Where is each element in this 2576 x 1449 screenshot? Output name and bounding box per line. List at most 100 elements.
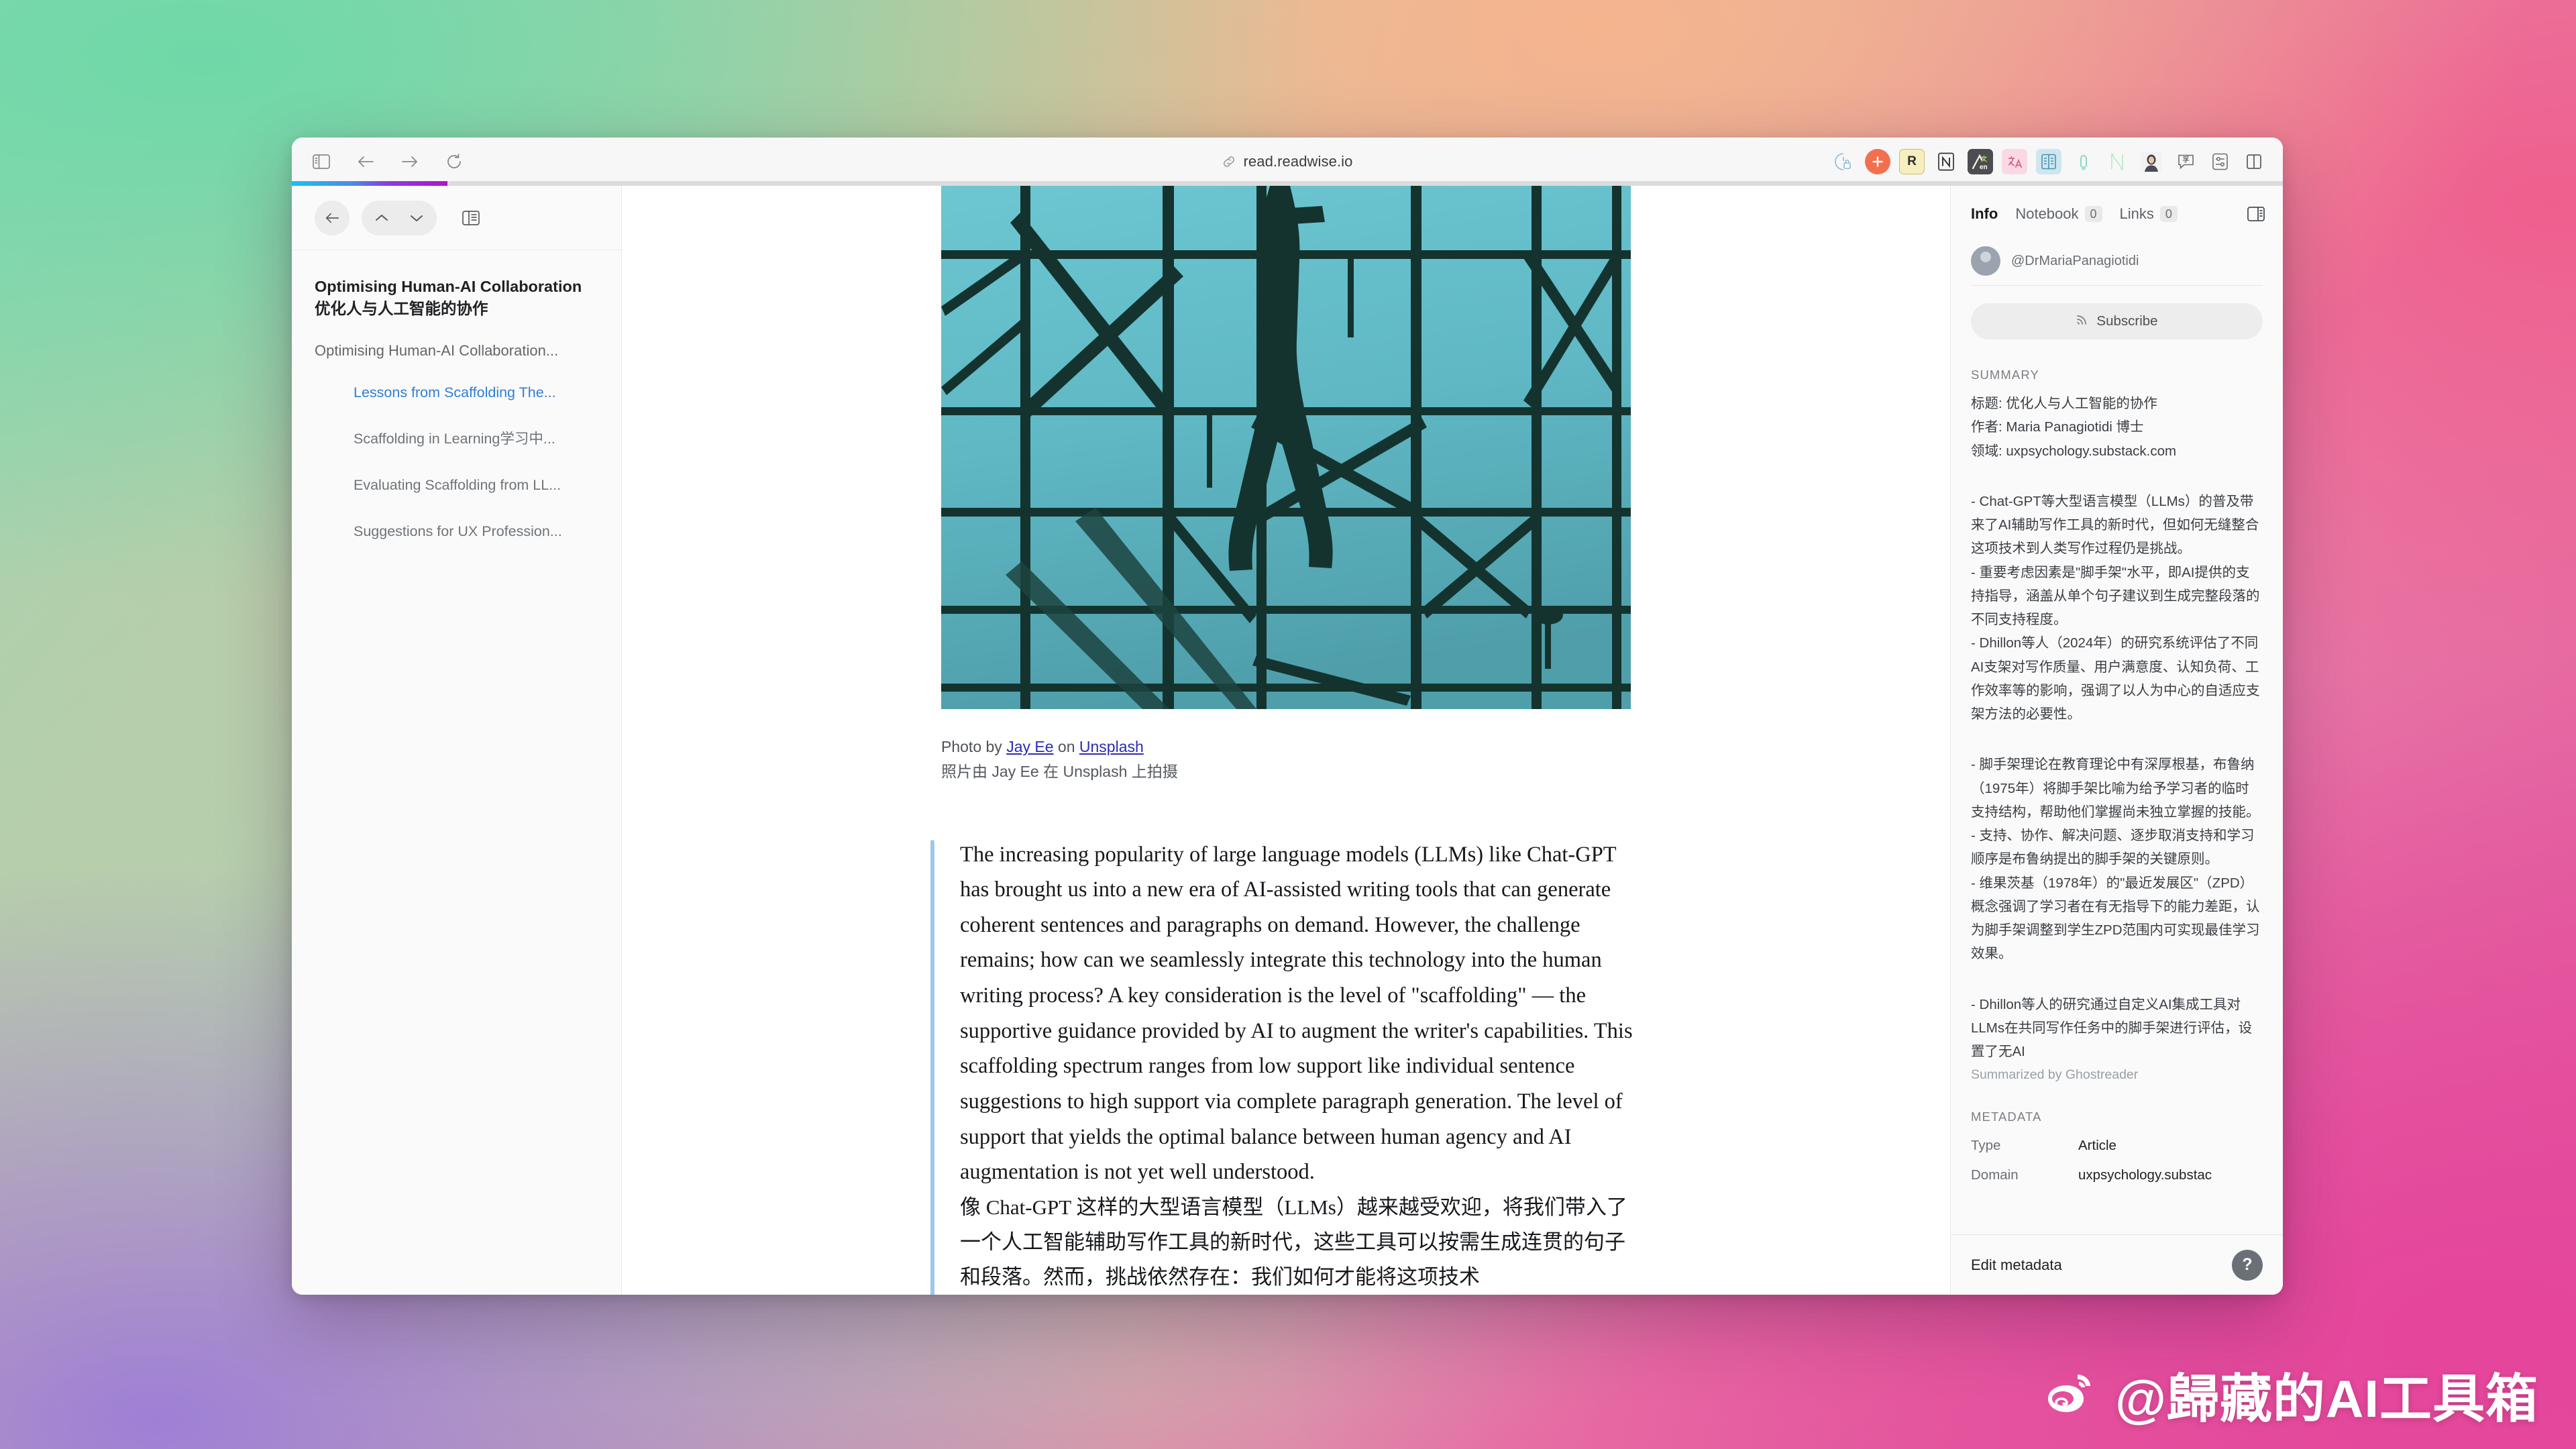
- reload-icon[interactable]: [441, 148, 468, 175]
- tab-notebook[interactable]: Notebook 0: [2015, 205, 2102, 223]
- summary-bullet: - Dhillon等人（2024年）的研究系统评估了不同AI支架对写作质量、用户…: [1971, 635, 2260, 722]
- summary-bullets-group-3: - Dhillon等人的研究通过自定义AI集成工具对LLMs在共同写作任务中的脚…: [1971, 993, 2263, 1064]
- summary-spacer: [1971, 726, 2263, 743]
- settings-sliders-icon[interactable]: [2207, 149, 2233, 174]
- author-row: @DrMariaPanagiotidi: [1971, 242, 2263, 286]
- photo-credit-cn: 照片由 Jay Ee 在 Unsplash 上拍摄: [941, 763, 1178, 781]
- summary-bullet: - Chat-GPT等大型语言模型（LLMs）的普及带来了AI辅助写作工具的新时…: [1971, 493, 2259, 557]
- summary-section-label: SUMMARY: [1971, 368, 2039, 382]
- summary-author-line: 作者: Maria Panagiotidi 博士: [1971, 419, 2144, 435]
- metadata-section-label: METADATA: [1971, 1110, 2042, 1124]
- photo-author-link[interactable]: Jay Ee: [1006, 738, 1053, 755]
- svg-text:孚: 孚: [2182, 156, 2189, 164]
- metadata-value: uxpsychology.substac: [2078, 1167, 2212, 1183]
- summary-bullet: - 重要考虑因素是"脚手架"水平，即AI提供的支持指导，涵盖从单个句子建议到生成…: [1971, 564, 2260, 628]
- article-hero-image: [941, 186, 1631, 709]
- summary-bullet: - 维果茨基（1978年）的"最近发展区"（ZPD）概念强调了学习者在有无指导下…: [1971, 875, 2260, 962]
- document-title: Optimising Human-AI Collaboration 优化人与人工…: [315, 276, 601, 321]
- split-view-icon[interactable]: [2241, 149, 2267, 174]
- photo-credit: Photo by Jay Ee on Unsplash 照片由 Jay Ee 在…: [941, 735, 1631, 785]
- summarized-by-label: Summarized by Ghostreader: [1971, 1067, 2139, 1083]
- tab-links[interactable]: Links 0: [2120, 205, 2178, 223]
- info-panel-footer: Edit metadata ?: [1951, 1234, 2283, 1295]
- sidebar-toggle-icon[interactable]: [308, 148, 335, 175]
- tab-links-label: Links: [2119, 205, 2154, 222]
- summary-bullet: - 脚手架理论在教育理论中有深厚根基，布鲁纳（1975年）将脚手架比喻为给予学习…: [1971, 757, 2260, 820]
- tab-lock-icon[interactable]: [1831, 149, 1856, 174]
- author-handle: @DrMariaPanagiotidi: [2011, 253, 2139, 268]
- svg-text:en: en: [1980, 164, 1988, 171]
- green-n-icon[interactable]: [2104, 149, 2130, 174]
- notion-icon[interactable]: [1933, 149, 1959, 174]
- summary-bullet: - Dhillon等人的研究通过自定义AI集成工具对LLMs在共同写作任务中的脚…: [1971, 996, 2253, 1060]
- article-paragraph-en: The increasing popularity of large langu…: [960, 842, 1633, 1185]
- browser-toolbar: read.readwise.io R 文 en 孚: [292, 138, 2283, 186]
- avatar-extension-icon[interactable]: [2139, 149, 2164, 174]
- watermark-text: @歸藏的AI工具箱: [2114, 1368, 2538, 1428]
- tab-links-count: 0: [2159, 206, 2178, 222]
- subscribe-button[interactable]: Subscribe: [1971, 303, 2263, 339]
- table-of-contents: Optimising Human-AI Collaboration 优化人与人工…: [292, 250, 621, 568]
- avatar: [1971, 246, 2000, 276]
- info-panel-tabs: Info Notebook 0 Links 0: [1951, 186, 2283, 242]
- pink-translate-icon[interactable]: [2002, 148, 2027, 174]
- summary-title-line: 标题: 优化人与人工智能的协作: [1971, 396, 2157, 411]
- document-title-en: Optimising Human-AI Collaboration: [315, 278, 582, 295]
- extension-icons: R 文 en 孚: [1831, 148, 2267, 174]
- edit-metadata-button[interactable]: Edit metadata: [1971, 1256, 2062, 1274]
- next-section-button[interactable]: [400, 201, 433, 235]
- photo-credit-prefix: Photo by: [941, 738, 1007, 755]
- immersive-translate-icon[interactable]: 文 en: [1968, 148, 1993, 174]
- back-icon[interactable]: [352, 148, 379, 175]
- summary-spacer: [1971, 966, 2263, 983]
- summary-domain-line: 领域: uxpsychology.substack.com: [1971, 443, 2177, 459]
- metadata-key: Domain: [1971, 1167, 2019, 1183]
- summary-bullet: - 支持、协作、解决问题、逐步取消支持和学习顺序是布鲁纳提出的脚手架的关键原则。: [1971, 828, 2255, 867]
- nav-buttons: [308, 148, 468, 175]
- browser-window: read.readwise.io R 文 en 孚 Optimising Hum…: [292, 138, 2283, 1295]
- toc-item-suggestions-ux[interactable]: Suggestions for UX Profession...: [315, 522, 601, 541]
- readwise-icon[interactable]: R: [1899, 148, 1925, 174]
- photo-credit-en: Photo by Jay Ee on Unsplash: [941, 735, 1631, 759]
- previous-section-button[interactable]: [366, 201, 398, 235]
- svg-text:文: 文: [1980, 155, 1988, 162]
- metadata-value: Article: [2078, 1138, 2116, 1154]
- prev-next-group: [362, 200, 437, 235]
- toc-item-lessons[interactable]: Lessons from Scaffolding The...: [315, 383, 601, 402]
- summary-bullets-group-2: - 脚手架理论在教育理论中有深厚根基，布鲁纳（1975年）将脚手架比喻为给予学习…: [1971, 753, 2263, 965]
- article-paragraph-cn: 像 Chat-GPT 这样的大型语言模型（LLMs）越来越受欢迎，将我们带入了一…: [960, 1195, 1627, 1289]
- page-load-progress-fill: [292, 181, 447, 186]
- photo-source-link[interactable]: Unsplash: [1079, 738, 1144, 755]
- forward-icon[interactable]: [396, 148, 423, 175]
- app-content: Optimising Human-AI Collaboration 优化人与人工…: [292, 186, 2283, 1295]
- orange-plus-icon[interactable]: [1865, 148, 1890, 174]
- reader-scroll-area[interactable]: Photo by Jay Ee on Unsplash 照片由 Jay Ee 在…: [622, 186, 1950, 1295]
- toc-item-scaffolding-learning[interactable]: Scaffolding in Learning学习中...: [315, 429, 601, 449]
- tab-notebook-count: 0: [2084, 206, 2102, 222]
- article-container: Photo by Jay Ee on Unsplash 照片由 Jay Ee 在…: [786, 186, 1786, 1295]
- back-button[interactable]: [315, 200, 350, 235]
- comment-translate-icon[interactable]: 孚: [2173, 149, 2198, 174]
- subscribe-label: Subscribe: [2096, 313, 2158, 329]
- outline-panel-icon[interactable]: [455, 203, 486, 233]
- toc-root-item[interactable]: Optimising Human-AI Collaboration...: [315, 341, 601, 362]
- sidebar-toolbar: [292, 186, 621, 250]
- tab-notebook-label: Notebook: [2015, 205, 2079, 222]
- info-panel-content: @DrMariaPanagiotidi Subscribe SUMMARY 标题…: [1951, 242, 2283, 1295]
- grammar-check-icon[interactable]: [2070, 149, 2096, 174]
- rss-icon: [2076, 313, 2089, 330]
- toc-item-evaluating-scaffolding[interactable]: Evaluating Scaffolding from LL...: [315, 476, 601, 495]
- photo-credit-mid: on: [1053, 738, 1079, 755]
- help-button[interactable]: ?: [2232, 1249, 2263, 1281]
- document-outline-sidebar: Optimising Human-AI Collaboration 优化人与人工…: [292, 186, 622, 1295]
- tab-info[interactable]: Info: [1971, 205, 1998, 223]
- metadata-key: Type: [1971, 1138, 2001, 1154]
- metadata-row-type: Type Article: [1971, 1138, 2263, 1154]
- metadata-row-domain: Domain uxpsychology.substac: [1971, 1167, 2263, 1183]
- blue-dictionary-icon[interactable]: [2036, 148, 2061, 174]
- reading-position-bar: [930, 839, 934, 1295]
- page-load-progress: [292, 181, 2283, 186]
- document-title-cn: 优化人与人工智能的协作: [315, 300, 488, 318]
- right-panel-toggle-icon[interactable]: [2247, 206, 2265, 222]
- summary-head: 标题: 优化人与人工智能的协作 作者: Maria Panagiotidi 博士…: [1971, 392, 2263, 463]
